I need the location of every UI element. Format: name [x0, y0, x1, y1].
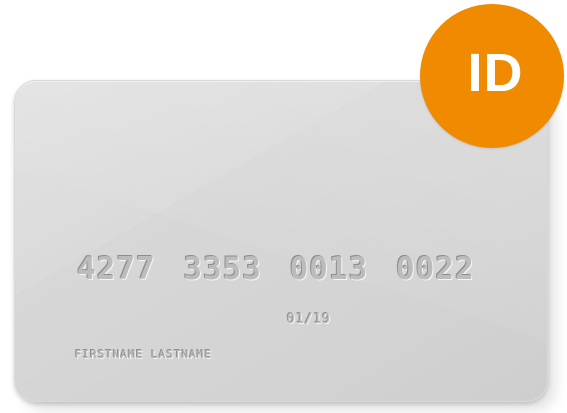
cardholder-name: FIRSTNAME LASTNAME — [75, 348, 213, 361]
id-badge: ID — [420, 4, 564, 148]
card-number: 4277 3353 0013 0022 — [77, 251, 475, 287]
id-badge-label: ID — [467, 43, 524, 103]
card-expiry-date: 01/19 — [287, 312, 332, 327]
id-card-illustration: 4277 3353 0013 0022 01/19 FIRSTNAME LAST… — [0, 0, 567, 413]
